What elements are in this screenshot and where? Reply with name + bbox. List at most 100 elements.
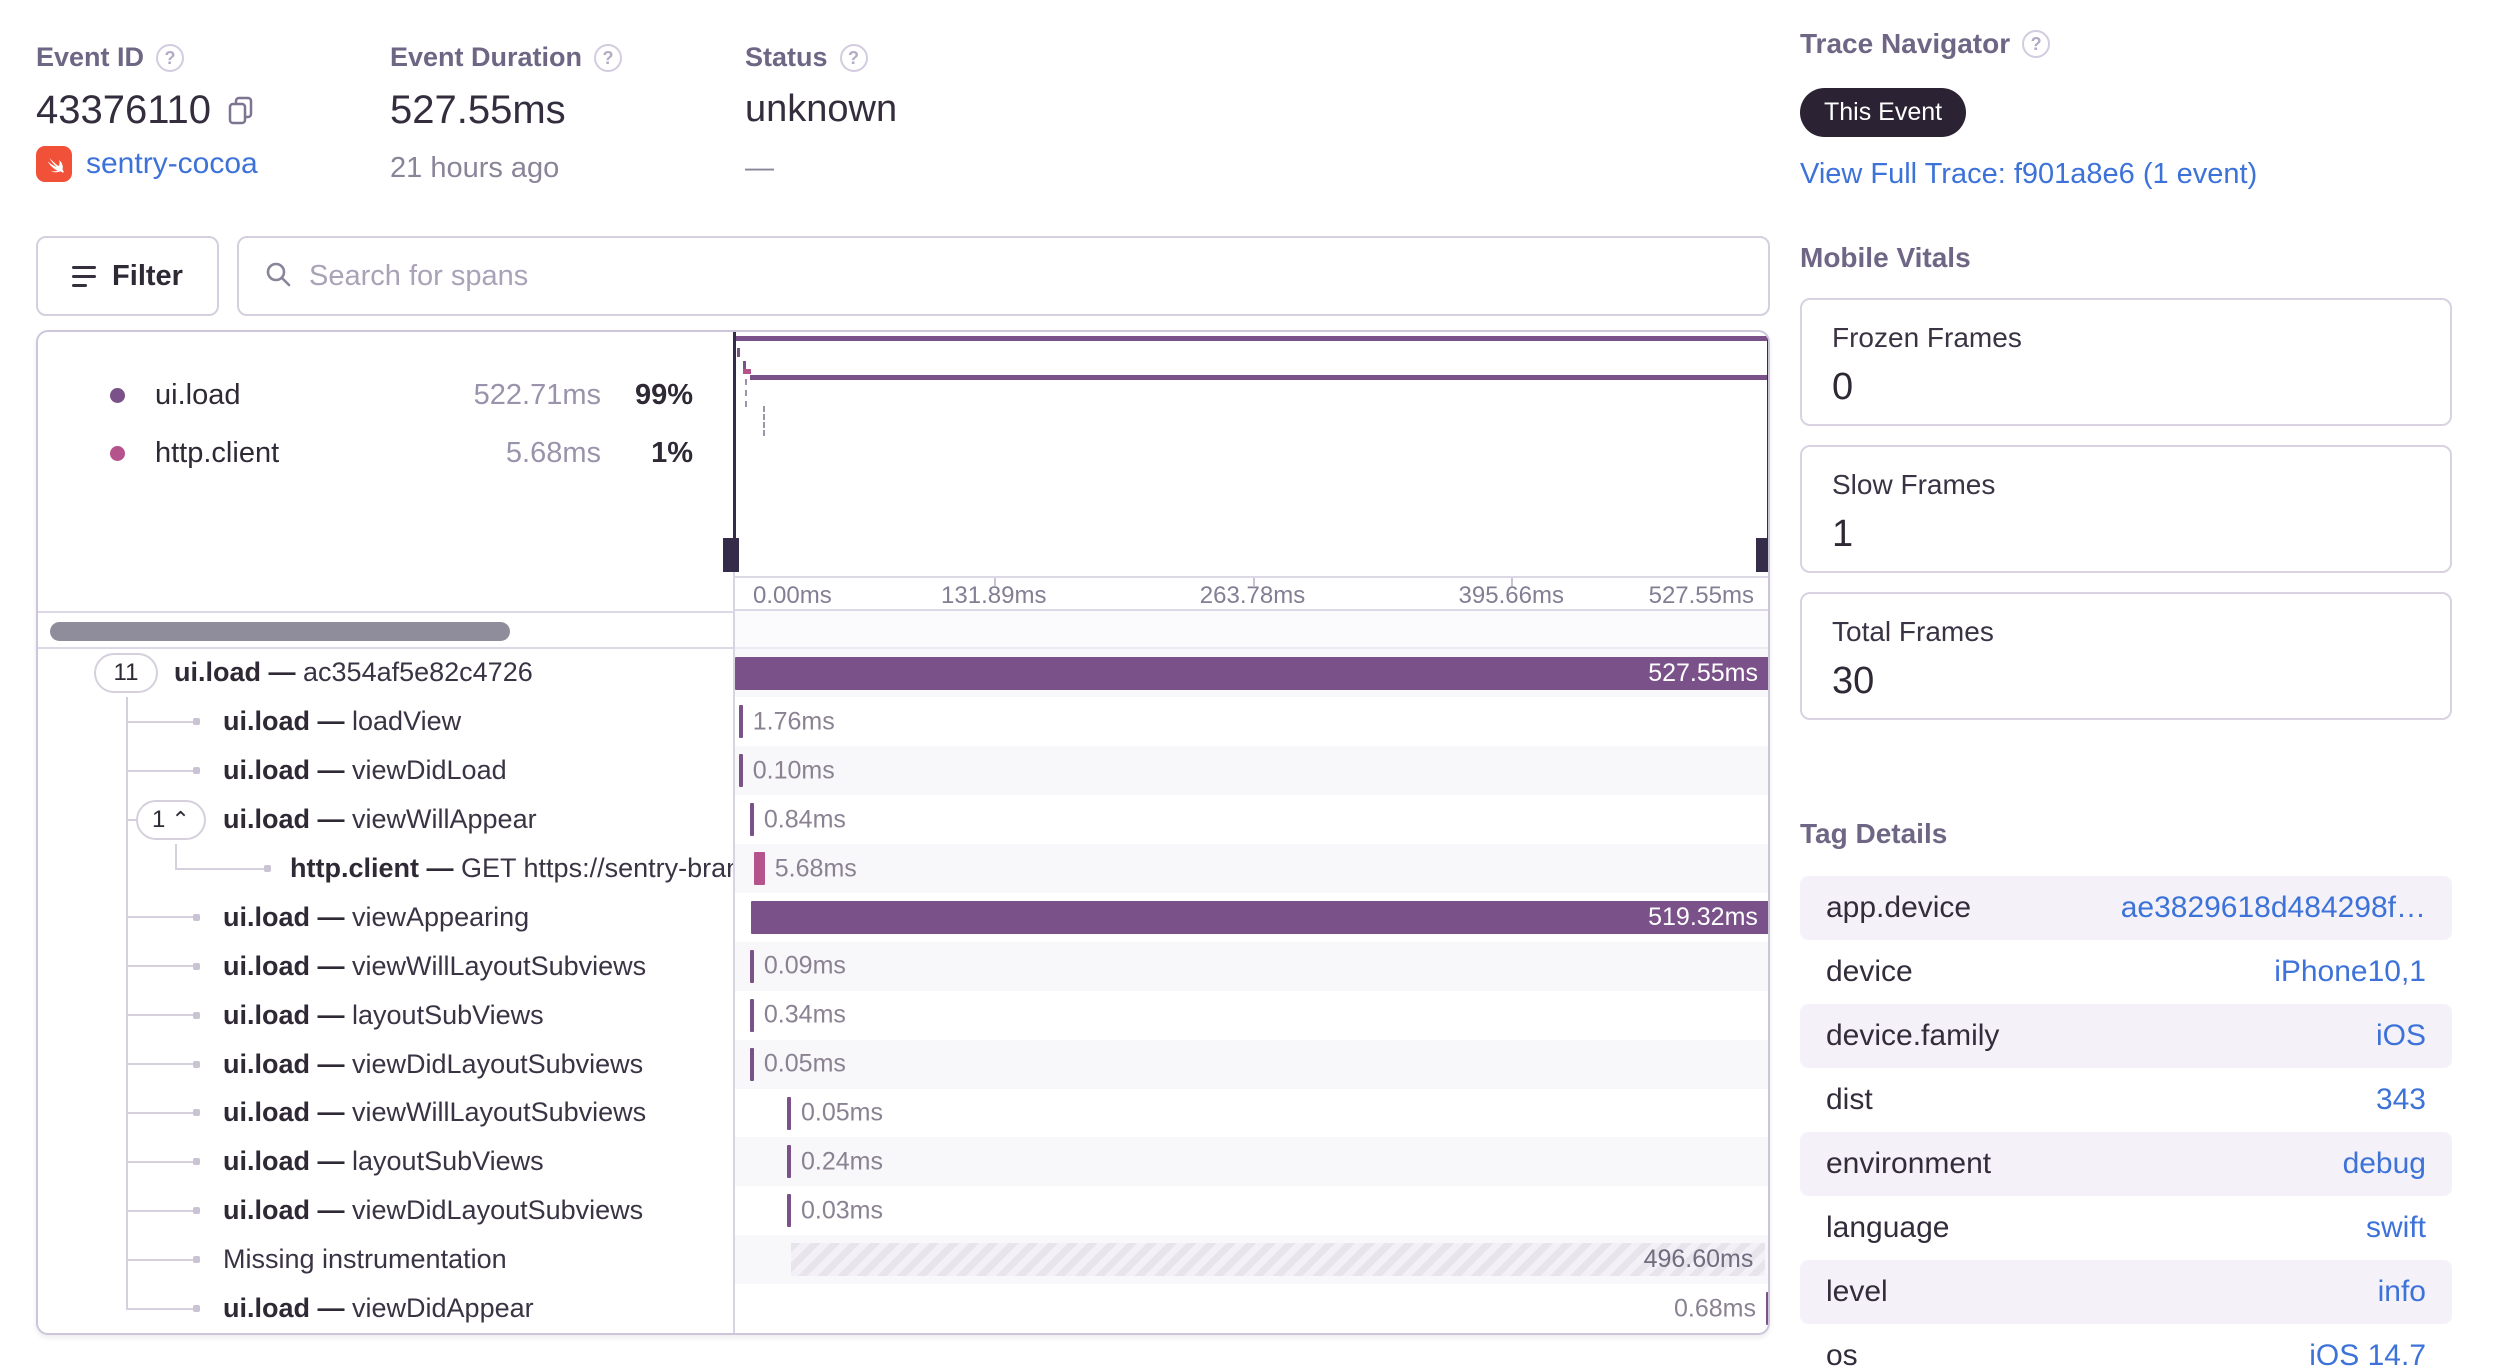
span-duration-bar[interactable] xyxy=(749,1047,754,1081)
tree-guide-dot xyxy=(193,913,200,921)
span-tree-row[interactable]: ui.load — viewDidLayoutSubviews xyxy=(38,1039,733,1089)
span-tree-row[interactable]: ui.load — loadView xyxy=(38,697,733,747)
span-bar-row[interactable]: 496.60ms xyxy=(735,1235,1768,1285)
tag-value-link[interactable]: iOS xyxy=(2376,1019,2426,1053)
span-duration-bar[interactable]: 527.55ms xyxy=(735,656,1768,690)
span-duration-bar[interactable] xyxy=(738,705,743,739)
span-bar-row[interactable]: 0.10ms xyxy=(735,746,1768,796)
tag-value-link[interactable]: debug xyxy=(2343,1147,2426,1181)
trace-view-panel: ui.load 522.71ms 99% http.client 5.68ms 1% 11… xyxy=(36,330,1770,1335)
tree-guide-line xyxy=(126,916,198,919)
span-bar-row[interactable]: 0.03ms xyxy=(735,1186,1768,1235)
span-tree-row[interactable]: Missing instrumentation xyxy=(38,1235,733,1285)
span-children-pill[interactable]: 1 ⌃ xyxy=(136,799,206,840)
swift-icon xyxy=(36,146,72,182)
span-duration-bar[interactable]: 519.32ms xyxy=(751,900,1768,934)
tag-row: device.family iOS xyxy=(1800,1004,2452,1068)
span-duration-label: 496.60ms xyxy=(1643,1245,1754,1274)
minimap-left-handle[interactable] xyxy=(733,332,736,572)
minimap-right-handle[interactable] xyxy=(1767,332,1768,572)
tag-value-link[interactable]: swift xyxy=(2366,1211,2426,1245)
span-duration-bar[interactable] xyxy=(786,1145,791,1179)
minimap-right-handle[interactable] xyxy=(1756,538,1768,572)
span-children-pill[interactable]: 11 xyxy=(94,652,158,693)
span-tree-row[interactable]: http.client — GET https://sentry-brand.s… xyxy=(38,844,733,893)
span-tree-pane: ui.load 522.71ms 99% http.client 5.68ms 1% 11… xyxy=(38,332,735,1333)
span-tree-row[interactable]: ui.load — layoutSubViews xyxy=(38,1137,733,1187)
span-bar-row[interactable]: 527.55ms xyxy=(735,648,1768,698)
span-bar-row[interactable]: 1.76ms xyxy=(735,697,1768,746)
vital-label: Slow Frames xyxy=(1832,469,1996,500)
filter-button[interactable]: Filter xyxy=(36,236,219,316)
span-name: viewDidLoad xyxy=(352,755,507,786)
tag-row: os iOS 14.7 xyxy=(1800,1324,2452,1366)
span-name: viewDidLayoutSubviews xyxy=(352,1048,644,1079)
help-icon[interactable] xyxy=(2022,30,2051,58)
help-icon[interactable] xyxy=(839,43,868,72)
trace-navigator-title: Trace Navigator xyxy=(1800,28,2051,60)
span-tree-row[interactable]: ui.load — layoutSubViews xyxy=(38,990,733,1040)
tag-row: app.device ae3829618d484298f… xyxy=(1800,876,2452,940)
tag-key: environment xyxy=(1826,1147,1992,1180)
span-tree-row[interactable]: 1 ⌃ ui.load — viewWillAppear xyxy=(38,795,733,845)
span-description: ui.load — viewDidAppear xyxy=(38,1293,534,1324)
tag-value-link[interactable]: iOS 14.7 xyxy=(2309,1339,2426,1366)
tree-guide-line xyxy=(126,1160,198,1163)
span-bar-row[interactable]: 0.05ms xyxy=(735,1089,1768,1138)
span-bar-row[interactable]: 0.24ms xyxy=(735,1137,1768,1187)
axis-tick-label: 527.55ms xyxy=(1648,581,1754,609)
tree-guide-dot xyxy=(193,1256,200,1264)
minimap-root-span xyxy=(735,336,1768,341)
span-bar-row[interactable]: 0.09ms xyxy=(735,941,1768,991)
time-axis: 0.00ms 131.89ms 263.78ms 395.66ms 527.55ms xyxy=(735,575,1768,611)
copy-icon[interactable] xyxy=(225,91,257,135)
axis-tick-mark xyxy=(993,577,996,586)
span-duration-bar[interactable] xyxy=(786,1194,791,1228)
span-tree-row[interactable]: 11 ui.load — ac354af5e82c4726 xyxy=(38,649,733,698)
span-duration-bar[interactable] xyxy=(753,852,765,886)
op-separator: — xyxy=(310,1146,353,1177)
search-input[interactable] xyxy=(309,259,1744,293)
project-row: sentry-cocoa xyxy=(36,146,258,182)
tag-value-link[interactable]: info xyxy=(2378,1275,2426,1309)
span-duration-bar[interactable]: 496.60ms xyxy=(791,1243,1766,1277)
tag-value-link[interactable]: ae3829618d484298f… xyxy=(2121,891,2426,925)
span-tree-row[interactable]: ui.load — viewDidLayoutSubviews xyxy=(38,1186,733,1236)
span-duration-label: 5.68ms xyxy=(774,854,857,883)
span-duration-bar[interactable] xyxy=(738,754,743,788)
span-tree-row[interactable]: ui.load — viewDidLoad xyxy=(38,746,733,796)
span-duration-bar[interactable] xyxy=(749,998,754,1032)
span-duration-bar[interactable] xyxy=(749,803,754,837)
span-search xyxy=(237,236,1770,316)
span-duration-bar[interactable] xyxy=(749,949,754,983)
span-tree-row[interactable]: ui.load — viewWillLayoutSubviews xyxy=(38,941,733,991)
project-link[interactable]: sentry-cocoa xyxy=(86,147,258,181)
tag-value-link[interactable]: 343 xyxy=(2376,1083,2426,1117)
span-bar-row[interactable]: 0.05ms xyxy=(735,1039,1768,1089)
span-bar-row[interactable]: 519.32ms xyxy=(735,893,1768,942)
minimap-left-handle[interactable] xyxy=(723,538,739,572)
span-bar-row[interactable]: 0.68ms xyxy=(735,1284,1768,1333)
span-tree-row[interactable]: ui.load — viewDidAppear xyxy=(38,1284,733,1333)
span-description: ui.load — layoutSubViews xyxy=(38,1146,544,1177)
span-bar-row[interactable]: 5.68ms xyxy=(735,844,1768,893)
trace-minimap[interactable] xyxy=(723,332,1768,576)
help-icon[interactable] xyxy=(594,43,623,72)
tag-value-link[interactable]: iPhone10,1 xyxy=(2274,955,2426,989)
span-duration-bar[interactable] xyxy=(786,1096,791,1130)
span-duration-label: 527.55ms xyxy=(1648,658,1758,687)
span-duration-bar[interactable] xyxy=(1766,1292,1768,1326)
help-icon[interactable] xyxy=(156,43,185,72)
tag-key: os xyxy=(1826,1339,1858,1366)
span-tree-row[interactable]: ui.load — viewWillLayoutSubviews xyxy=(38,1088,733,1138)
tag-row: language swift xyxy=(1800,1196,2452,1260)
tree-scrollbar[interactable] xyxy=(50,621,510,641)
view-full-trace-link[interactable]: View Full Trace: f901a8e6 (1 event) xyxy=(1800,158,2257,191)
span-bar-row[interactable]: 0.34ms xyxy=(735,991,1768,1040)
legend-item[interactable]: http.client 5.68ms 1% xyxy=(38,424,733,482)
legend-item[interactable]: ui.load 522.71ms 99% xyxy=(38,366,733,424)
span-duration-label: 0.34ms xyxy=(763,1000,846,1029)
span-duration-label: 0.05ms xyxy=(763,1049,846,1078)
span-bar-row[interactable]: 0.84ms xyxy=(735,795,1768,844)
span-tree-row[interactable]: ui.load — viewAppearing xyxy=(38,892,733,942)
